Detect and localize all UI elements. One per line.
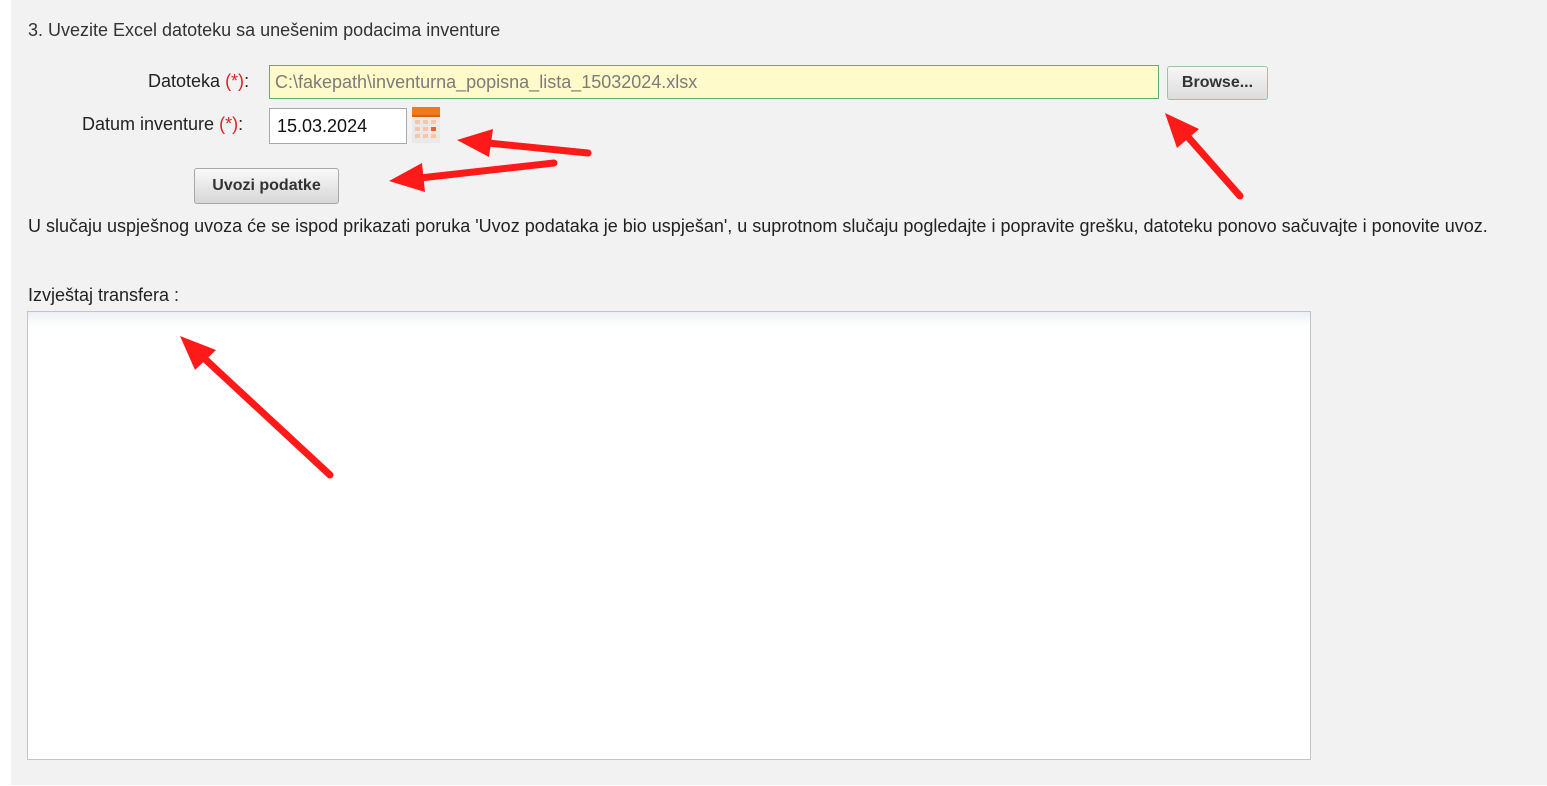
transfer-report-label: Izvještaj transfera :	[28, 285, 180, 305]
step-title: 3. Uvezite Excel datoteku sa unešenim po…	[28, 20, 501, 40]
browse-button[interactable]: Browse...	[1167, 66, 1268, 100]
file-required-marker: (*)	[225, 71, 245, 91]
import-info-text: U slučaju uspješnog uvoza će se ispod pr…	[28, 216, 1488, 236]
date-label-colon: :	[238, 114, 244, 134]
calendar-icon[interactable]	[412, 107, 440, 143]
file-path-field[interactable]: C:\fakepath\inventurna_popisna_lista_150…	[269, 65, 1159, 99]
transfer-report-area[interactable]	[27, 311, 1311, 760]
date-label: Datum inventure	[82, 114, 215, 134]
date-required-marker: (*)	[219, 114, 239, 134]
file-label-group: Datoteka (*):	[148, 71, 249, 92]
inventory-date-input[interactable]: 15.03.2024	[269, 108, 407, 144]
file-label: Datoteka	[148, 71, 221, 91]
import-data-button[interactable]: Uvozi podatke	[194, 168, 339, 204]
file-label-colon: :	[244, 71, 250, 91]
date-label-group: Datum inventure (*):	[82, 114, 243, 135]
